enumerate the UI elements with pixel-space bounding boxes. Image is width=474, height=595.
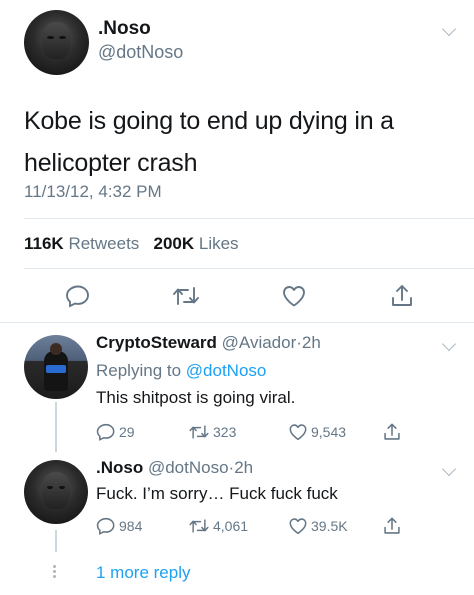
like-count: 9,543 (311, 424, 347, 440)
more-dots-icon (53, 565, 57, 579)
divider (24, 268, 474, 269)
avatar[interactable] (24, 335, 88, 399)
likes-label[interactable]: Likes (199, 234, 239, 253)
divider (0, 322, 474, 323)
divider (24, 218, 474, 219)
reply-icon[interactable] (96, 422, 116, 442)
reply-icon[interactable] (63, 282, 93, 310)
reply-count: 29 (119, 424, 135, 440)
retweet-count: 323 (213, 424, 237, 440)
thread-line (55, 402, 57, 452)
chevron-down-icon[interactable] (441, 21, 457, 37)
reply-like-action[interactable]: 9,543 (288, 422, 346, 442)
chevron-down-icon[interactable] (441, 336, 457, 352)
avatar[interactable] (24, 460, 88, 524)
tweet-text: Kobe is going to end up dying in a helic… (24, 107, 394, 177)
reply-reply-action[interactable]: 29 (96, 422, 135, 442)
reply-actions: 984 4,061 39.5K (96, 516, 416, 538)
author-handle[interactable]: @dotNoso (98, 42, 183, 63)
retweet-icon[interactable] (171, 282, 201, 310)
reply-handle[interactable]: @Aviador (222, 333, 297, 352)
reply-time[interactable]: 2h (302, 333, 321, 352)
reply-count: 984 (119, 518, 143, 534)
reply-retweet-action[interactable]: 323 (188, 422, 236, 442)
retweet-icon[interactable] (188, 516, 210, 536)
reply-display-name[interactable]: .Noso (96, 458, 143, 477)
reply-display-name[interactable]: CryptoSteward (96, 333, 217, 352)
like-icon[interactable] (288, 516, 308, 536)
reply-text: This shitpost is going viral. (96, 388, 296, 407)
replying-to-label: Replying to (96, 361, 182, 380)
reply-share-action[interactable] (382, 422, 402, 442)
retweets-count[interactable]: 116K (24, 234, 64, 253)
chevron-down-icon[interactable] (441, 461, 457, 477)
retweet-icon[interactable] (188, 422, 210, 442)
share-icon[interactable] (382, 516, 402, 536)
tweet-stats: 116K Retweets 200K Likes (24, 234, 239, 254)
replying-to-link[interactable]: @dotNoso (186, 361, 267, 380)
reply-share-action[interactable] (382, 516, 402, 536)
reply-icon[interactable] (96, 516, 116, 536)
share-icon[interactable] (382, 422, 402, 442)
likes-count[interactable]: 200K (153, 234, 194, 253)
reply-text: Fuck. I’m sorry… Fuck fuck fuck (96, 484, 338, 503)
like-count: 39.5K (311, 518, 348, 534)
author-display-name[interactable]: .Noso (98, 18, 151, 40)
reply-header: CryptoSteward @Aviador·2h (96, 333, 321, 353)
reply-reply-action[interactable]: 984 (96, 516, 142, 536)
replying-to: Replying to @dotNoso (96, 361, 266, 381)
reply-time[interactable]: 2h (234, 458, 253, 477)
retweet-count: 4,061 (213, 518, 249, 534)
more-replies-link[interactable]: 1 more reply (96, 563, 190, 583)
share-icon[interactable] (387, 282, 417, 310)
tweet-actions (0, 282, 474, 312)
like-icon[interactable] (288, 422, 308, 442)
thread-line (55, 530, 57, 552)
reply-retweet-action[interactable]: 4,061 (188, 516, 248, 536)
reply-like-action[interactable]: 39.5K (288, 516, 348, 536)
reply-actions: 29 323 9,543 (96, 422, 416, 444)
reply-handle[interactable]: @dotNoso (148, 458, 229, 477)
avatar[interactable] (24, 10, 89, 75)
like-icon[interactable] (279, 282, 309, 310)
reply-header: .Noso @dotNoso·2h (96, 458, 253, 478)
tweet-timestamp[interactable]: 11/13/12, 4:32 PM (24, 182, 162, 202)
retweets-label[interactable]: Retweets (68, 234, 139, 253)
